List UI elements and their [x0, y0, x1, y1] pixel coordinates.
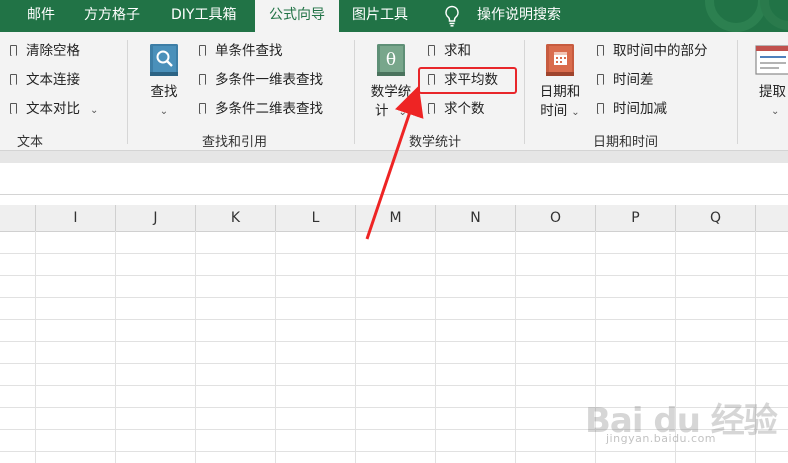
ribbon-tab-bar: 邮件 方方格子 DIY工具箱 公式向导 图片工具 操作说明搜索 [0, 0, 788, 34]
bookmark-icon [597, 74, 604, 85]
chevron-down-icon: ⌄ [159, 106, 169, 117]
average-highlight-box [418, 67, 517, 94]
extract-table-icon [755, 45, 788, 75]
chevron-down-icon: ⌄ [90, 105, 99, 116]
bookmark-icon [199, 103, 206, 114]
time-add-subtract-button[interactable]: 时间加减 [597, 99, 667, 119]
tab-mail[interactable]: 邮件 [27, 0, 55, 32]
group-separator [737, 40, 738, 144]
group-label-text: 文本 [17, 135, 44, 150]
clear-spaces-button[interactable]: 清除空格 [10, 41, 80, 61]
bookmark-icon [10, 103, 17, 114]
svg-text:θ: θ [386, 50, 396, 70]
chevron-down-icon: ⌄ [398, 107, 407, 118]
group-label-date: 日期和时间 [593, 135, 659, 150]
tab-fangfang-grid[interactable]: 方方格子 [84, 0, 140, 32]
column-header-h-partial[interactable] [0, 205, 36, 231]
group-separator [524, 40, 525, 144]
column-header-j[interactable]: J [116, 205, 196, 231]
bookmark-icon [597, 103, 604, 114]
bookmark-icon [10, 45, 17, 56]
extract-big-button[interactable]: 提取 ⌄ [755, 43, 788, 121]
bookmark-icon [199, 74, 206, 85]
grid-line [0, 275, 788, 276]
grid-line [0, 297, 788, 298]
date-time-big-button[interactable]: 日期和 时间 ⌄ [535, 43, 585, 122]
column-header-o[interactable]: O [516, 205, 596, 231]
tab-diy-toolbox[interactable]: DIY工具箱 [171, 0, 236, 32]
theta-book-icon: θ [377, 44, 405, 76]
column-header-p[interactable]: P [596, 205, 676, 231]
tab-formula-wizard[interactable]: 公式向导 [255, 0, 339, 34]
tab-tell-me-search[interactable]: 操作说明搜索 [477, 0, 561, 32]
grid-line [0, 385, 788, 386]
multi-condition-2d-lookup-button[interactable]: 多条件二维表查找 [199, 99, 323, 119]
column-header-i[interactable]: I [36, 205, 116, 231]
single-condition-lookup-button[interactable]: 单条件查找 [199, 41, 283, 61]
time-difference-button[interactable]: 时间差 [597, 70, 654, 90]
bookmark-icon [199, 45, 206, 56]
bookmark-icon [10, 74, 17, 85]
grid-line [0, 451, 788, 452]
grid-line [0, 363, 788, 364]
text-concat-button[interactable]: 文本连接 [10, 70, 80, 90]
ribbon-bottom-bar [0, 150, 788, 163]
chevron-down-icon: ⌄ [571, 107, 580, 118]
watermark-url: jingyan.baidu.com [606, 432, 717, 445]
grid-line [0, 319, 788, 320]
lookup-book-icon [150, 44, 178, 76]
grid-line [0, 341, 788, 342]
column-header-m[interactable]: M [356, 205, 436, 231]
lookup-big-button[interactable]: 查找 ⌄ [143, 43, 185, 121]
bookmark-icon [428, 45, 435, 56]
bookmark-icon [597, 45, 604, 56]
decorative-circle [705, 0, 767, 32]
lightbulb-icon[interactable] [443, 5, 461, 27]
group-label-math: 数学统计 [409, 135, 462, 150]
column-header-n[interactable]: N [436, 205, 516, 231]
column-header-q[interactable]: Q [676, 205, 756, 231]
formula-bar[interactable] [0, 163, 788, 195]
grid-line [0, 253, 788, 254]
column-header-l[interactable]: L [276, 205, 356, 231]
bookmark-icon [428, 103, 435, 114]
calendar-book-icon [546, 44, 574, 76]
tab-picture-tools[interactable]: 图片工具 [352, 0, 408, 32]
chevron-down-icon: ⌄ [771, 106, 780, 117]
group-label-lookup: 查找和引用 [202, 135, 268, 150]
count-button[interactable]: 求个数 [428, 99, 485, 119]
group-separator [127, 40, 128, 144]
math-stats-big-button[interactable]: θ 数学统 计 ⌄ [366, 43, 416, 122]
decorative-circle [760, 0, 788, 30]
extract-time-part-button[interactable]: 取时间中的部分 [597, 41, 708, 61]
group-separator [354, 40, 355, 144]
column-header-k[interactable]: K [196, 205, 276, 231]
sum-button[interactable]: 求和 [428, 41, 471, 61]
text-compare-button[interactable]: 文本对比 ⌄ [10, 99, 98, 119]
multi-condition-1d-lookup-button[interactable]: 多条件一维表查找 [199, 70, 323, 90]
